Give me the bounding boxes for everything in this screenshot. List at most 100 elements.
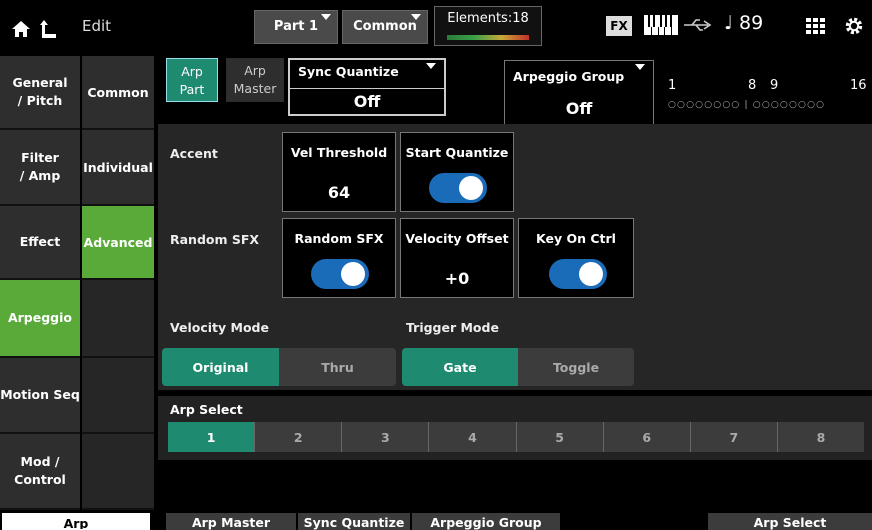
tab-arpeggio[interactable]: Arpeggio (0, 280, 80, 358)
bottom-tab-arp[interactable]: Arp (2, 513, 150, 530)
arp-select-2[interactable]: 2 (255, 422, 343, 452)
toggle-knob (579, 262, 603, 286)
arp-part-label: Arp Part (179, 64, 205, 97)
tab-label: Motion Seq (0, 386, 80, 402)
empty-tab (82, 358, 154, 434)
edit-title: Edit (82, 17, 112, 35)
accent-label: Accent (170, 146, 218, 161)
trigger-mode-selector[interactable]: Gate Toggle (402, 348, 634, 386)
arp-select-label: Arp Select (170, 402, 243, 417)
segment-number: 16 (850, 78, 867, 93)
tempo-display[interactable]: ♩ 89 (724, 12, 763, 34)
tab-advanced[interactable]: Advanced (82, 206, 154, 280)
dropdown-icon (411, 14, 421, 20)
start-quantize-label: Start Quantize (405, 145, 509, 160)
key-on-ctrl-toggle[interactable] (549, 259, 607, 289)
elements-meter: Elements:18 (434, 6, 542, 46)
start-quantize-toggle[interactable] (429, 173, 487, 203)
key-on-ctrl-label: Key On Ctrl (536, 231, 616, 246)
group-segment-indicator: 1 8 9 16 ○○○○○○○○ | ○○○○○○○○ (660, 78, 870, 118)
tab-filter-amp[interactable]: Filter / Amp (0, 130, 80, 206)
keyboard-icon (644, 15, 678, 35)
part-label: Part 1 (273, 19, 319, 34)
part-selector[interactable]: Part 1 (254, 10, 338, 44)
arp-master-label: Arp Master (233, 63, 277, 96)
segment-number: 8 (748, 78, 757, 93)
home-icon[interactable] (12, 21, 30, 37)
dropdown-icon (635, 64, 645, 70)
tab-label: Arpeggio (7, 309, 73, 325)
velocity-offset-control[interactable]: Velocity Offset +0 (400, 218, 514, 298)
tab-general-pitch[interactable]: General / Pitch (0, 56, 80, 130)
arp-select-4[interactable]: 4 (429, 422, 517, 452)
arp-select-buttons: 1 2 3 4 5 6 7 8 (168, 422, 864, 452)
arp-select-6[interactable]: 6 (604, 422, 691, 452)
segment-number: 1 (668, 78, 677, 93)
arp-select-7[interactable]: 7 (691, 422, 778, 452)
random-sfx-control[interactable]: Random SFX (282, 218, 396, 298)
fx-indicator: FX (606, 16, 632, 36)
arp-select-1[interactable]: 1 (168, 422, 256, 452)
arp-select-5[interactable]: 5 (517, 422, 604, 452)
bottom-tab-arp-select[interactable]: Arp Select (708, 513, 872, 530)
level-meter (447, 35, 529, 40)
velocity-mode-label: Velocity Mode (170, 320, 269, 335)
usb-icon (684, 19, 712, 31)
segment-number: 9 (770, 78, 779, 93)
common-label: Common (353, 19, 417, 34)
back-up-icon[interactable] (40, 20, 56, 38)
bottom-tab-sync-quantize[interactable]: Sync Quantize (298, 513, 410, 530)
random-sfx-toggle[interactable] (311, 259, 369, 289)
bottom-tab-arpeggio-group[interactable]: Arpeggio Group (412, 513, 560, 530)
arpeggio-group-select[interactable]: Arpeggio Group Off (504, 60, 654, 126)
arp-select-8[interactable]: 8 (778, 422, 864, 452)
sync-quantize-value: Off (290, 88, 444, 111)
arp-master-button[interactable]: Arp Master (226, 58, 284, 102)
vel-threshold-value: 64 (327, 183, 351, 202)
arpeggio-group-label: Arpeggio Group (513, 69, 625, 84)
velocity-mode-selector[interactable]: Original Thru (162, 348, 396, 386)
vel-threshold-label: Vel Threshold (290, 145, 388, 160)
tab-common[interactable]: Common (82, 56, 154, 130)
velocity-offset-label: Velocity Offset (405, 231, 509, 246)
gear-icon[interactable] (844, 16, 864, 36)
arpeggio-group-value: Off (565, 99, 593, 118)
tab-motion-seq[interactable]: Motion Seq (0, 358, 80, 434)
tab-individual[interactable]: Individual (82, 130, 154, 206)
empty-tab (82, 434, 154, 510)
tab-mod-control[interactable]: Mod / Control (0, 434, 80, 510)
empty-tab (82, 280, 154, 358)
vel-threshold-control[interactable]: Vel Threshold 64 (282, 132, 396, 212)
toggle-knob (459, 176, 483, 200)
velocity-mode-original[interactable]: Original (162, 348, 279, 386)
sync-quantize-select[interactable]: Sync Quantize Off (288, 58, 446, 116)
tab-effect[interactable]: Effect (0, 206, 80, 280)
bottom-tab-arp-master[interactable]: Arp Master (166, 513, 296, 530)
arp-select-3[interactable]: 3 (342, 422, 430, 452)
tab-label: Common (87, 84, 149, 100)
grid-icon[interactable] (806, 18, 826, 34)
velocity-offset-value: +0 (444, 269, 470, 288)
trigger-mode-gate[interactable]: Gate (402, 348, 518, 386)
toggle-knob (341, 262, 365, 286)
tab-label: Effect (19, 233, 61, 249)
arp-select-panel: Arp Select 1 2 3 4 5 6 7 8 (158, 396, 872, 460)
dropdown-icon (426, 63, 436, 69)
elements-label: Elements:18 (447, 11, 529, 26)
random-sfx-label: Random SFX (294, 231, 384, 246)
arp-part-button[interactable]: Arp Part (166, 58, 218, 102)
common-selector[interactable]: Common (342, 10, 428, 44)
trigger-mode-toggle[interactable]: Toggle (518, 348, 634, 386)
sync-quantize-label: Sync Quantize (298, 64, 399, 79)
tab-label: Mod / Control (14, 453, 66, 487)
tab-label: Advanced (83, 234, 153, 250)
key-on-ctrl-control[interactable]: Key On Ctrl (518, 218, 634, 298)
tab-label: General / Pitch (12, 74, 68, 108)
random-sfx-row-label: Random SFX (170, 232, 260, 247)
segment-dots: ○○○○○○○○ | ○○○○○○○○ (668, 100, 826, 110)
start-quantize-control[interactable]: Start Quantize (400, 132, 514, 212)
trigger-mode-label: Trigger Mode (406, 320, 499, 335)
dropdown-icon (321, 14, 331, 20)
tab-label: Filter / Amp (19, 149, 61, 183)
velocity-mode-thru[interactable]: Thru (279, 348, 396, 386)
